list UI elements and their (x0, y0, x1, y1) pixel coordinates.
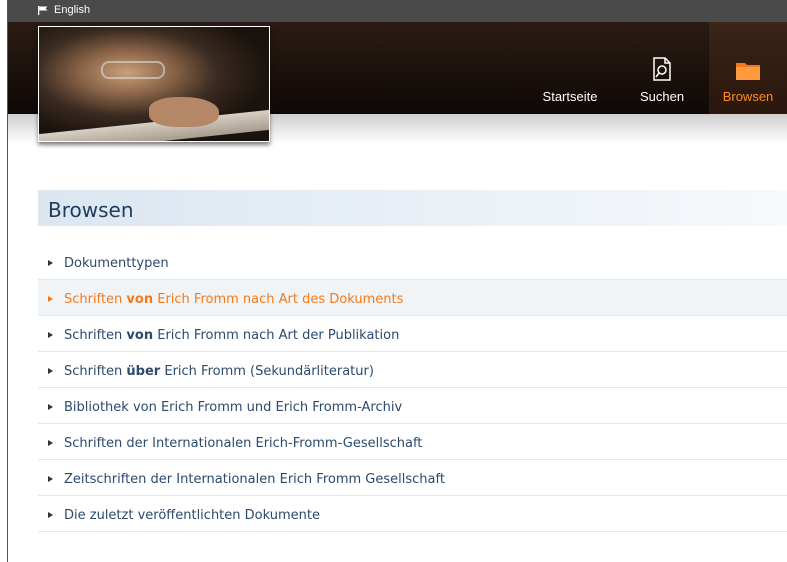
nav-browsen-label: Browsen (722, 89, 774, 104)
arrow-right-icon (48, 404, 53, 410)
arrow-right-icon (48, 512, 53, 518)
browse-item-von-publikation[interactable]: Schriften von Erich Fromm nach Art der P… (38, 316, 787, 352)
browse-item-gesellschaft[interactable]: Schriften der Internationalen Erich-From… (38, 424, 787, 460)
page-title: Browsen (48, 198, 134, 222)
browse-item-label: Die zuletzt veröffentlichten Dokumente (64, 508, 320, 523)
arrow-right-icon (48, 476, 53, 482)
top-bar: English (8, 0, 787, 22)
arrow-right-icon (48, 296, 53, 302)
browse-item-label: Schriften von Erich Fromm nach Art des D… (64, 292, 404, 307)
browse-item-label: Zeitschriften der Internationalen Erich … (64, 472, 445, 487)
browse-item-ueber[interactable]: Schriften über Erich Fromm (Sekundärlite… (38, 352, 787, 388)
nav-suchen[interactable]: Suchen (630, 22, 694, 114)
folder-icon (736, 63, 760, 80)
browse-item-zeitschriften[interactable]: Zeitschriften der Internationalen Erich … (38, 460, 787, 496)
nav-browsen[interactable]: Browsen (709, 22, 787, 114)
header-portrait-image (38, 26, 270, 142)
arrow-right-icon (48, 260, 53, 266)
language-switch[interactable]: English (38, 4, 90, 16)
page-title-bar: Browsen (38, 190, 787, 226)
browse-item-label: Schriften von Erich Fromm nach Art der P… (64, 328, 400, 343)
browse-list: Dokumenttypen Schriften von Erich Fromm … (38, 244, 787, 532)
browse-item-bibliothek[interactable]: Bibliothek von Erich Fromm und Erich Fro… (38, 388, 787, 424)
browse-item-label: Schriften der Internationalen Erich-From… (64, 436, 423, 451)
browse-item-label: Bibliothek von Erich Fromm und Erich Fro… (64, 400, 403, 415)
browse-item-label: Dokumenttypen (64, 256, 169, 271)
search-document-icon (653, 57, 671, 81)
nav-startseite[interactable]: Startseite (530, 22, 610, 114)
browse-item-label: Schriften über Erich Fromm (Sekundärlite… (64, 364, 374, 379)
browse-item-dokumenttypen[interactable]: Dokumenttypen (38, 244, 787, 280)
arrow-right-icon (48, 332, 53, 338)
language-label: English (54, 4, 91, 16)
flag-icon (38, 5, 48, 15)
nav-suchen-label: Suchen (639, 89, 685, 104)
browse-item-von-dokument[interactable]: Schriften von Erich Fromm nach Art des D… (38, 280, 787, 316)
browse-item-zuletzt[interactable]: Die zuletzt veröffentlichten Dokumente (38, 496, 787, 532)
arrow-right-icon (48, 368, 53, 374)
nav-startseite-label: Startseite (542, 89, 598, 104)
arrow-right-icon (48, 440, 53, 446)
